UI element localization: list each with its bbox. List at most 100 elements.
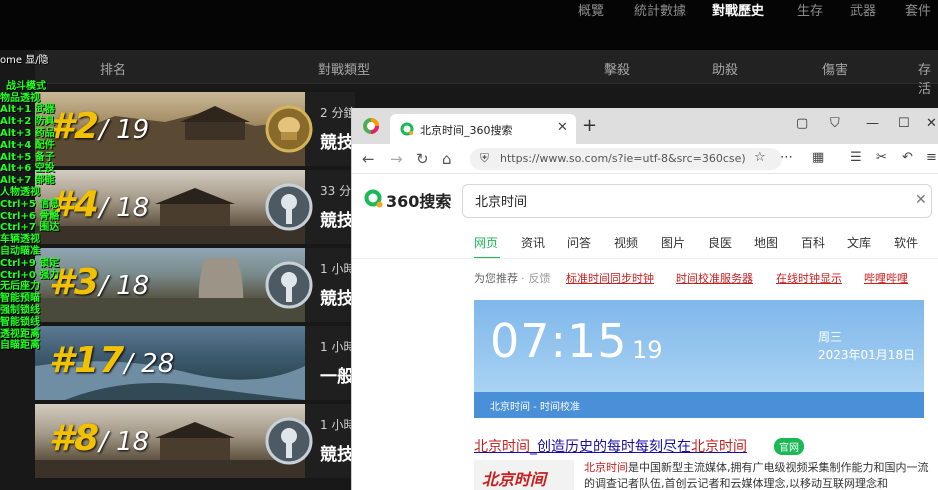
rank-total: / 18 [99, 271, 150, 301]
url-field[interactable]: ⛨ https://www.so.com/s?ie=utf-8&src=360c… [470, 148, 782, 170]
rank-total: / 18 [99, 193, 150, 223]
search-box: ✕ [462, 184, 932, 218]
match-row[interactable]: #17/ 28 1 小時 一般 [35, 326, 355, 400]
tab-images[interactable]: 图片 [661, 234, 685, 251]
match-time: 1 小時 [320, 418, 355, 432]
nav-survival[interactable]: 生存 [797, 0, 823, 19]
home-icon[interactable]: ⌂ [442, 150, 452, 168]
overlay-item: Ctrl+9 锁定 [0, 257, 60, 269]
browser-tab[interactable]: 北京时间_360搜索 ✕ [390, 114, 576, 144]
new-tab-icon[interactable]: + [582, 115, 597, 136]
tab-qa[interactable]: 问答 [567, 234, 591, 251]
match-row[interactable]: #3/ 18 1 小時 競技 [35, 248, 355, 322]
overlay-item: Alt+3 药品 [0, 127, 55, 139]
rec-link[interactable]: 标准时间同步时钟 [566, 270, 654, 286]
snippet-keyword: 北京时间 [584, 461, 628, 474]
rec-link[interactable]: 在线时钟显示 [776, 270, 842, 286]
scissors-icon[interactable]: ✂ [876, 150, 887, 165]
match-row[interactable]: #2/ 19 2 分鐘 競技 [35, 92, 355, 166]
rec-label: 为您推荐 [474, 272, 518, 285]
tab-count-icon[interactable]: ▢ [796, 116, 808, 131]
nav-stats[interactable]: 統計數據 [634, 0, 686, 19]
time-widget-footer-text: 北京时间 - 时间校准 [490, 402, 580, 413]
clear-search-icon[interactable]: ✕ [915, 192, 927, 208]
forward-icon[interactable]: → [390, 150, 403, 168]
overlay-item: Alt+4 配件 [0, 139, 55, 151]
result-title-link[interactable]: 北京时间_创造历史的每时每刻尽在北京时间 [474, 436, 747, 456]
tab-baike[interactable]: 百科 [801, 234, 825, 251]
nav-weapons[interactable]: 武器 [850, 0, 876, 19]
official-badge: 官网 [774, 438, 804, 455]
nav-kit[interactable]: 套件 [905, 0, 931, 19]
rank-number: #2 [49, 106, 100, 147]
more-icon[interactable]: ⋯ [780, 150, 793, 165]
tab-wenku[interactable]: 文库 [847, 234, 871, 251]
tab-video[interactable]: 视频 [614, 234, 638, 251]
result-thumbnail[interactable]: 北京时间 [474, 460, 574, 490]
nav-overview[interactable]: 概覽 [578, 0, 604, 19]
col-assists: 助殺 [712, 63, 739, 78]
overlay-item: 智能锁线 [0, 316, 40, 328]
divider [352, 258, 938, 259]
search-input[interactable] [475, 193, 895, 208]
close-window-icon[interactable]: ✕ [926, 116, 937, 131]
tab-web[interactable]: 网页 [474, 234, 498, 251]
browser-logo-icon [363, 118, 379, 134]
history-table-header: 排名 對戰類型 擊殺 助殺 傷害 存活 [35, 50, 938, 97]
star-icon[interactable]: ☆ [754, 150, 766, 165]
so-logo[interactable]: 360搜索 [364, 186, 474, 216]
rec-link[interactable]: 时间校准服务器 [676, 270, 753, 286]
recommendations: 为您推荐 · 反馈 标准时间同步时钟 时间校准服务器 在线时钟显示 哔哩哔哩 [474, 272, 908, 285]
overlay-item: 智能预瞄 [0, 293, 40, 305]
reload-icon[interactable]: ↻ [416, 150, 429, 168]
overlay-item: Alt+7 部能 [0, 175, 55, 187]
rank-value: #3/ 18 [49, 262, 149, 303]
tab-software[interactable]: 软件 [894, 234, 918, 251]
rank-total: / 19 [99, 115, 150, 145]
match-mode: 一般 [320, 367, 354, 387]
tab-health[interactable]: 良医 [708, 234, 732, 251]
clock-seconds: 19 [632, 336, 663, 364]
rec-feedback-link[interactable]: 反馈 [529, 272, 551, 285]
col-survival: 存活 [918, 63, 932, 97]
overlay-item: Alt+6 空投 [0, 163, 55, 175]
rank-total: / 28 [124, 349, 175, 379]
favorites-icon[interactable]: ☰ [850, 150, 862, 165]
overlay-item: 自动瞄准 [0, 245, 40, 257]
rank-value: #17/ 28 [49, 340, 174, 381]
tab-title: 北京时间_360搜索 [420, 124, 513, 137]
col-mode: 對戰類型 [318, 63, 371, 78]
back-icon[interactable]: ← [362, 150, 375, 168]
nav-match-history[interactable]: 對戰歷史 [712, 0, 764, 19]
overlay-item: 无后座力 [0, 281, 40, 293]
result-title-keyword: 北京时间 [691, 439, 747, 455]
match-mode: 競技 [320, 289, 354, 309]
maximize-icon[interactable]: ☐ [898, 116, 910, 131]
menu-icon[interactable]: ≡ [926, 150, 937, 165]
shield-icon[interactable]: ⛨ [480, 151, 489, 166]
overlay-menu: ome 显/隐 战斗模式 物品透视 Alt+1 武器 Alt+2 防具 Alt+… [0, 55, 60, 365]
overlay-item: Alt+1 武器 [0, 104, 55, 116]
overlay-item: 自瞄距离 [0, 340, 40, 352]
overlay-item: 物品透视 [0, 92, 40, 104]
rec-link[interactable]: 哔哩哔哩 [864, 270, 908, 286]
match-time: 1 小時 [320, 340, 355, 354]
undo-icon[interactable]: ↶ [902, 150, 913, 165]
tab-close-icon[interactable]: ✕ [557, 120, 568, 135]
overlay-header: ome 显/隐 [0, 55, 49, 66]
silver-tier-badge-icon [265, 261, 313, 309]
match-time: 33 分鐘 [320, 184, 355, 198]
overlay-item: Ctrl+7 围达 [0, 222, 60, 234]
match-row[interactable]: #4/ 18 33 分鐘 競技 [35, 170, 355, 244]
apps-grid-icon[interactable]: ▦ [812, 150, 824, 165]
minimize-icon[interactable]: — [866, 116, 879, 131]
overlay-item: Alt+2 防具 [0, 116, 55, 128]
silver-tier-badge-icon [265, 417, 313, 465]
rank-value: #8/ 18 [49, 418, 149, 459]
so-favicon-icon [400, 122, 414, 136]
tab-news[interactable]: 资讯 [521, 234, 545, 251]
shirt-icon[interactable]: ⛉ [830, 116, 840, 131]
tab-map[interactable]: 地图 [754, 234, 778, 251]
match-row[interactable]: #8/ 18 1 小時 競技 [35, 404, 355, 478]
time-widget-footer[interactable]: 北京时间 - 时间校准 [474, 392, 924, 418]
